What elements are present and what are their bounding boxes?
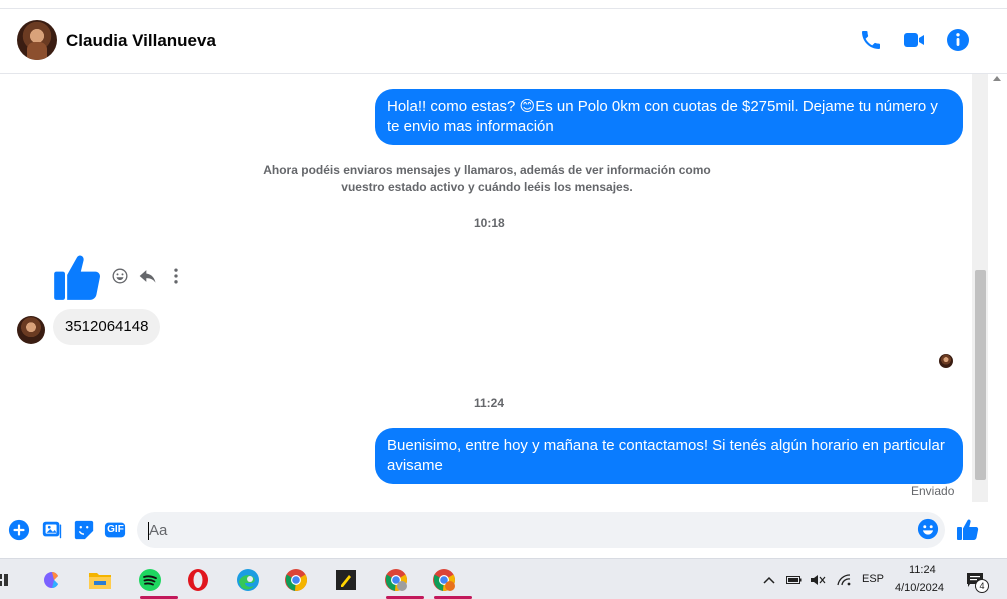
reply-icon[interactable] (138, 266, 158, 286)
scroll-up-arrow-icon[interactable] (993, 76, 1001, 81)
phone-icon[interactable] (859, 28, 883, 52)
contact-name[interactable]: Claudia Villanueva (66, 31, 216, 51)
edge-icon[interactable] (230, 565, 266, 595)
timestamp: 10:18 (474, 216, 505, 230)
windows-taskbar: ESP 11:24 4/10/2024 4 (0, 558, 1007, 599)
sender-avatar[interactable] (17, 316, 45, 344)
system-notice: Ahora podéis enviaros mensajes y llamaro… (263, 163, 711, 194)
photo-gallery-icon[interactable] (41, 519, 63, 541)
info-icon[interactable] (946, 28, 970, 52)
sticker-icon[interactable] (73, 519, 95, 541)
conversation-header: Claudia Villanueva (0, 0, 1007, 74)
send-like-icon[interactable] (956, 517, 980, 541)
chrome-profile-icon[interactable] (378, 565, 424, 599)
copilot-icon[interactable] (34, 565, 70, 595)
chevron-up-icon[interactable] (757, 565, 781, 595)
contact-avatar[interactable] (17, 20, 57, 60)
wifi-icon[interactable] (832, 565, 856, 595)
text-caret (148, 522, 149, 540)
chrome-profile-icon[interactable] (426, 565, 472, 599)
opera-icon[interactable] (180, 565, 216, 595)
clock-date[interactable]: 4/10/2024 (895, 582, 944, 594)
incoming-message[interactable]: 3512064148 (53, 309, 161, 345)
emoji-icon[interactable] (917, 518, 939, 540)
gif-label: GIF (107, 524, 124, 535)
file-explorer-icon[interactable] (82, 565, 118, 595)
language-indicator[interactable]: ESP (862, 573, 884, 585)
gif-icon[interactable]: GIF (104, 519, 126, 541)
scrollbar-thumb[interactable] (975, 270, 986, 480)
plus-circle-icon[interactable] (8, 519, 30, 541)
react-emoji-icon[interactable] (110, 266, 130, 286)
more-options-icon[interactable] (166, 266, 186, 286)
outgoing-message[interactable]: Hola!! como estas? 😊Es un Polo 0km con c… (375, 89, 963, 145)
chrome-icon[interactable] (278, 565, 314, 595)
header-divider (0, 8, 1007, 9)
read-receipt-avatar (939, 354, 953, 368)
sticky-notes-icon[interactable] (328, 565, 364, 595)
outgoing-message[interactable]: Buenisimo, entre hoy y mañana te contact… (375, 428, 963, 484)
video-camera-icon[interactable] (902, 28, 926, 52)
notifications-icon[interactable]: 4 (960, 565, 990, 595)
delivery-status: Enviado (911, 484, 955, 498)
volume-muted-icon[interactable] (806, 565, 830, 595)
spotify-icon[interactable] (132, 565, 178, 599)
widgets-icon[interactable] (0, 565, 12, 595)
battery-icon[interactable] (782, 565, 806, 595)
timestamp: 11:24 (474, 396, 505, 410)
thumbs-up-sticker[interactable] (52, 250, 104, 302)
message-input[interactable] (137, 512, 945, 548)
message-composer: GIF (0, 502, 1007, 558)
clock-time[interactable]: 11:24 (909, 564, 936, 576)
notifications-badge: 4 (975, 579, 989, 593)
